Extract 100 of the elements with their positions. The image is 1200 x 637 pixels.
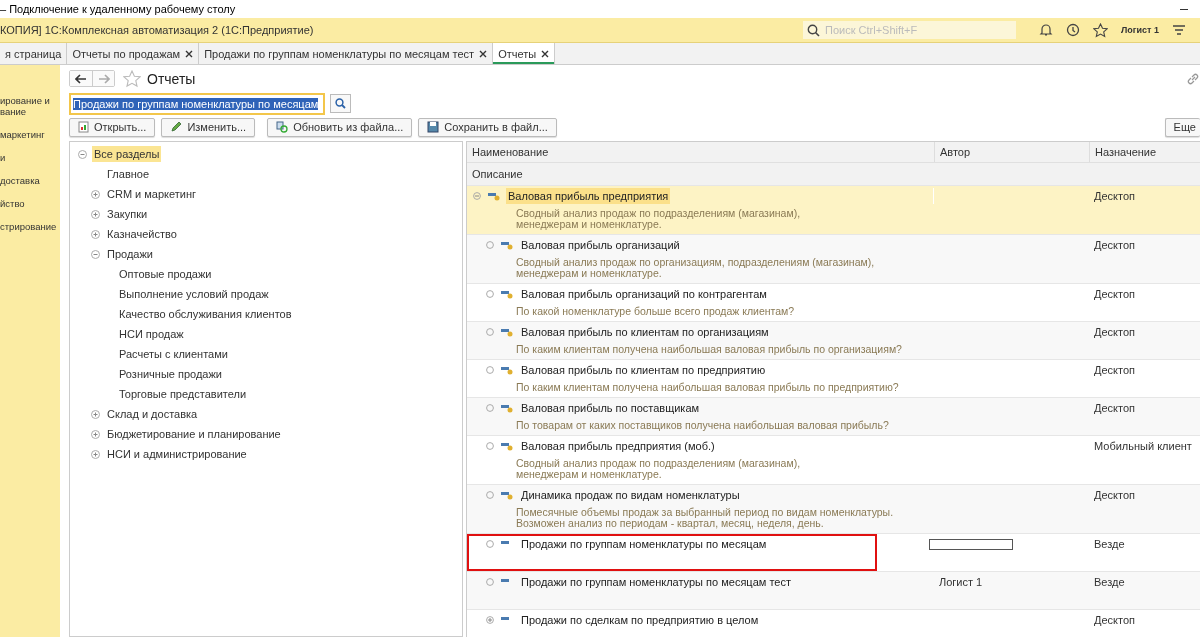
tab-label: Продажи по группам номенклатуры по месяцам тест — [204, 47, 475, 60]
sidebar-item[interactable]: и — [0, 152, 60, 163]
tree-item[interactable]: Расчеты с клиентами — [117, 346, 230, 362]
column-header[interactable]: Назначение — [1089, 142, 1200, 162]
report-description: Помесячные объемы продаж за выбранный период по видам номенклатуры. Возможен анализ по периодам - квартал, месяц, неделя, день. — [516, 506, 894, 529]
tree-item[interactable]: Склад и доставка — [105, 406, 200, 422]
collapse-icon[interactable] — [78, 149, 87, 159]
tree-item[interactable]: Продажи — [105, 246, 155, 262]
tree-item[interactable]: Оптовые продажи — [117, 266, 214, 282]
report-name: Валовая прибыль организаций — [520, 238, 681, 253]
tree-item[interactable]: НСИ продаж — [117, 326, 186, 342]
search-button[interactable] — [330, 94, 351, 113]
history-icon[interactable] — [1066, 23, 1080, 37]
toolbar-button[interactable]: Обновить из файла... — [267, 117, 413, 137]
floppy-icon — [427, 121, 440, 133]
expand-icon[interactable] — [91, 429, 100, 439]
tree-item[interactable]: Бюджетирование и планирование — [105, 426, 283, 442]
tree-item[interactable]: Все разделы — [92, 146, 162, 162]
tree-item[interactable]: Главное — [105, 166, 152, 182]
star-icon[interactable] — [1093, 22, 1108, 38]
table-row[interactable]: Продажи по группам номенклатуры по месяцам тест Логист 1 Везде — [467, 572, 1200, 610]
table-cell: Десктоп — [1094, 489, 1135, 501]
tree-item[interactable]: Качество обслуживания клиентов — [117, 306, 294, 322]
report-name: Продажи по группам номенклатуры по месяцам тест — [520, 575, 792, 590]
table-cell: Десктоп — [1094, 614, 1135, 626]
tab-label: я страница — [5, 47, 62, 60]
expand-icon[interactable] — [486, 616, 494, 624]
file-refresh-icon — [276, 121, 289, 133]
toolbar-button[interactable]: Изменить... — [161, 117, 256, 137]
sidebar-item[interactable]: доставка — [0, 175, 60, 186]
table-row[interactable]: Динамика продаж по видам номенклатуры Десктоп Помесячные объемы продаж за выбранный период по видам номенклатуры. Возможен анализ по периодам - квартал, месяц, неделя, день. — [467, 485, 1200, 534]
report-name: Продажи по сделкам по предприятию в целом — [520, 613, 760, 628]
app-title: КОПИЯ] 1С:Комплексная автоматизация 2 (1С:Предприятие) — [0, 24, 315, 36]
tab-label: Отчеты — [498, 47, 537, 60]
report-description: По какой номенклатуре больше всего продаж клиентам? — [516, 305, 795, 317]
window-title: – Подключение к удаленному рабочему столу — [0, 3, 236, 15]
close-icon[interactable] — [185, 49, 194, 58]
report-name: Валовая прибыль предприятия — [506, 188, 671, 204]
report-icon — [78, 121, 89, 133]
table-row[interactable]: Валовая прибыль предприятия Десктоп Сводный анализ продаж по подразделениям (магазинам), менеджерам и номенклатуре. — [467, 186, 1200, 235]
expand-icon[interactable] — [91, 189, 100, 199]
report-name: Валовая прибыль организаций по контрагентам — [520, 287, 768, 302]
toolbar-button[interactable]: Сохранить в файл... — [418, 117, 557, 137]
close-icon[interactable] — [479, 49, 488, 58]
sidebar-item[interactable]: стрирование — [0, 221, 60, 232]
bell-icon[interactable] — [1039, 23, 1053, 37]
report-name: Валовая прибыль по поставщикам — [520, 401, 701, 416]
minimize-icon[interactable] — [1180, 8, 1188, 10]
tree-item[interactable]: Выполнение условий продаж — [117, 286, 271, 302]
column-header[interactable]: Автор — [934, 142, 1089, 162]
table-row[interactable]: Валовая прибыль по клиентам по организациям Десктоп По каким клиентам получена наибольшая валовая прибыль по организациям? — [467, 322, 1200, 360]
column-header[interactable]: Наименование — [467, 142, 934, 162]
tree-item[interactable]: CRM и маркетинг — [105, 186, 199, 202]
sidebar-item[interactable]: маркетинг — [0, 129, 60, 140]
table-cell: Десктоп — [1094, 326, 1135, 338]
tree-item[interactable]: Торговые представители — [117, 386, 249, 402]
expand-icon[interactable] — [91, 229, 100, 239]
report-name: Валовая прибыль по клиентам по организациям — [520, 325, 770, 340]
favorite-star-icon[interactable] — [123, 69, 141, 88]
table-row[interactable]: Продажи по группам номенклатуры по месяцам Везде — [467, 534, 1200, 572]
toolbar-button[interactable]: Открыть... — [69, 117, 156, 137]
table-row[interactable]: Валовая прибыль по поставщикам Десктоп По товарам от каких поставщиков получена наибольшая валовая прибыль? — [467, 398, 1200, 436]
user-name[interactable]: Логист 1 — [1121, 25, 1159, 35]
more-button[interactable]: Еще — [1164, 117, 1200, 137]
tab[interactable]: Отчеты — [493, 43, 556, 64]
table-cell: Десктоп — [1094, 288, 1135, 300]
link-icon[interactable] — [1186, 71, 1200, 86]
sidebar-item[interactable]: ирование и вание — [0, 95, 60, 117]
expand-icon[interactable] — [91, 409, 100, 419]
tab-label: Отчеты по продажам — [72, 47, 181, 60]
tree-item[interactable]: Казначейство — [105, 226, 179, 242]
column-header[interactable]: Описание — [472, 168, 523, 180]
tab[interactable]: Отчеты по продажам — [67, 43, 200, 64]
report-description: По каким клиентам получена наибольшая валовая прибыль по организациям? — [516, 343, 902, 355]
report-name: Продажи по группам номенклатуры по месяцам — [520, 537, 768, 552]
report-description: Сводный анализ продаж по подразделениям (магазинам), менеджерам и номенклатуре. — [516, 457, 801, 480]
menu-icon[interactable] — [1172, 24, 1186, 36]
search-icon — [335, 98, 346, 109]
sidebar-item[interactable]: йство — [0, 198, 60, 209]
report-description: По товарам от каких поставщиков получена наибольшая валовая прибыль? — [516, 419, 889, 431]
expand-icon[interactable] — [91, 209, 100, 219]
report-name: Валовая прибыль предприятия (моб.) — [520, 439, 716, 454]
report-description: По каким клиентам получена наибольшая валовая прибыль по предприятию? — [516, 381, 899, 393]
form-title: Отчеты — [147, 70, 196, 87]
tree-item[interactable]: Розничные продажи — [117, 366, 224, 382]
tab[interactable]: я страница — [0, 43, 68, 64]
tree-item[interactable]: НСИ и администрирование — [105, 446, 249, 462]
search-input[interactable]: Поиск Ctrl+Shift+F — [823, 23, 1007, 37]
table-cell: Десктоп — [1094, 364, 1135, 376]
report-name: Динамика продаж по видам номенклатуры — [520, 488, 741, 503]
table-row[interactable]: Валовая прибыль организаций Десктоп Сводный анализ продаж по организациям, подразделениям (магазинам), менеджерам и номенклатуре. — [467, 235, 1200, 284]
close-icon[interactable] — [541, 49, 550, 58]
table-cell: Десктоп — [1094, 239, 1135, 251]
table-cell: Логист 1 — [939, 576, 983, 588]
collapse-icon[interactable] — [91, 249, 100, 259]
back-button[interactable] — [70, 71, 92, 86]
expand-icon[interactable] — [91, 449, 100, 459]
tree-item[interactable]: Закупки — [105, 206, 150, 222]
search-field[interactable]: Поиск Ctrl+Shift+F — [803, 21, 1016, 39]
table-cell: Десктоп — [1094, 402, 1135, 414]
